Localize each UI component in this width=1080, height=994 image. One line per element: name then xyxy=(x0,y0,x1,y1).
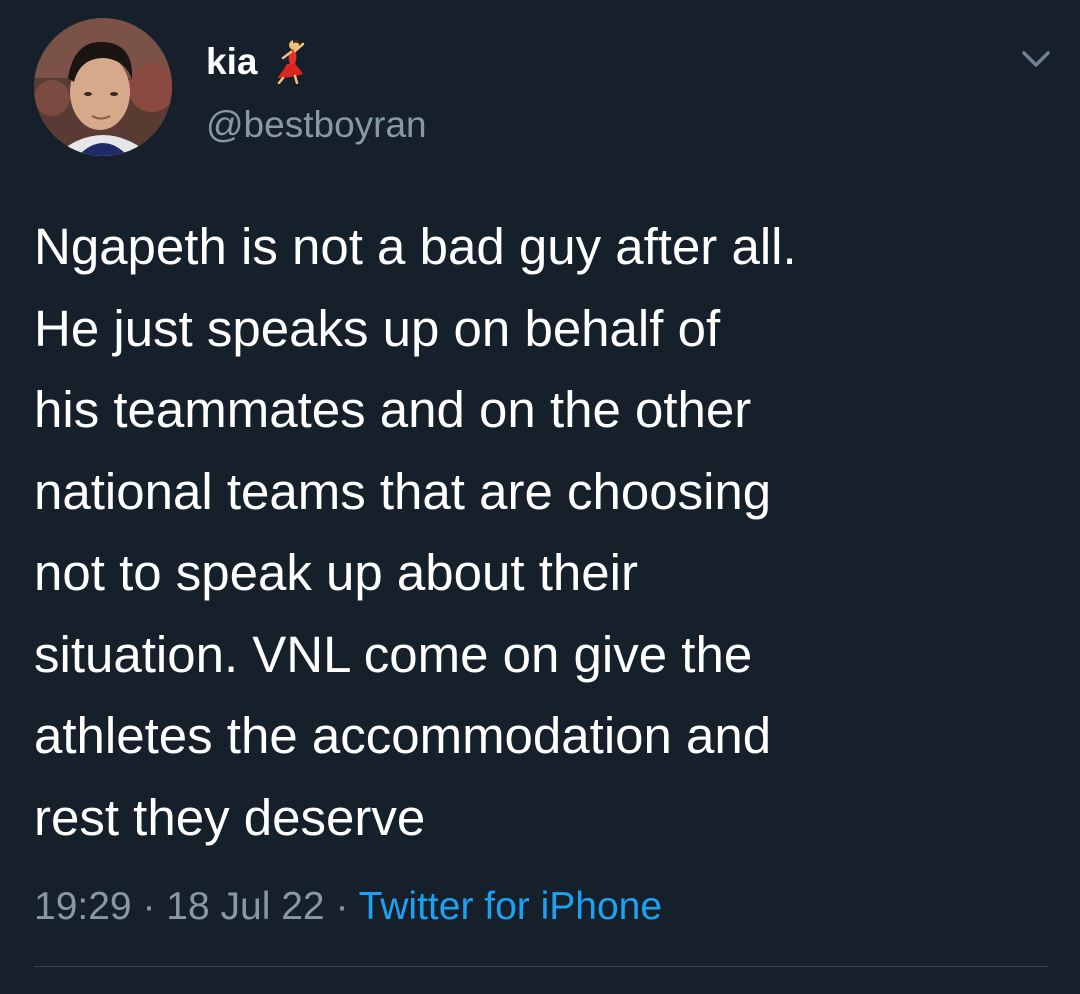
tweet-source-link[interactable]: Twitter for iPhone xyxy=(359,885,662,928)
avatar[interactable] xyxy=(34,18,172,156)
tweet-time[interactable]: 19:29 xyxy=(34,885,132,928)
avatar-image xyxy=(34,18,172,156)
tweet-text: Ngapeth is not a bad guy after all. He j… xyxy=(34,218,797,846)
dancer-emoji-icon xyxy=(273,38,307,85)
divider xyxy=(34,966,1048,967)
user-handle[interactable]: @bestboyran xyxy=(206,106,427,143)
display-name-row[interactable]: kia xyxy=(206,36,307,86)
meta-separator: · xyxy=(335,885,349,928)
tweet-date[interactable]: 18 Jul 22 xyxy=(166,885,324,928)
chevron-down-icon[interactable] xyxy=(1016,44,1056,74)
meta-separator: · xyxy=(142,885,156,928)
display-name[interactable]: kia xyxy=(206,43,257,80)
tweet-meta: 19:29 · 18 Jul 22 · Twitter for iPhone xyxy=(34,884,662,930)
